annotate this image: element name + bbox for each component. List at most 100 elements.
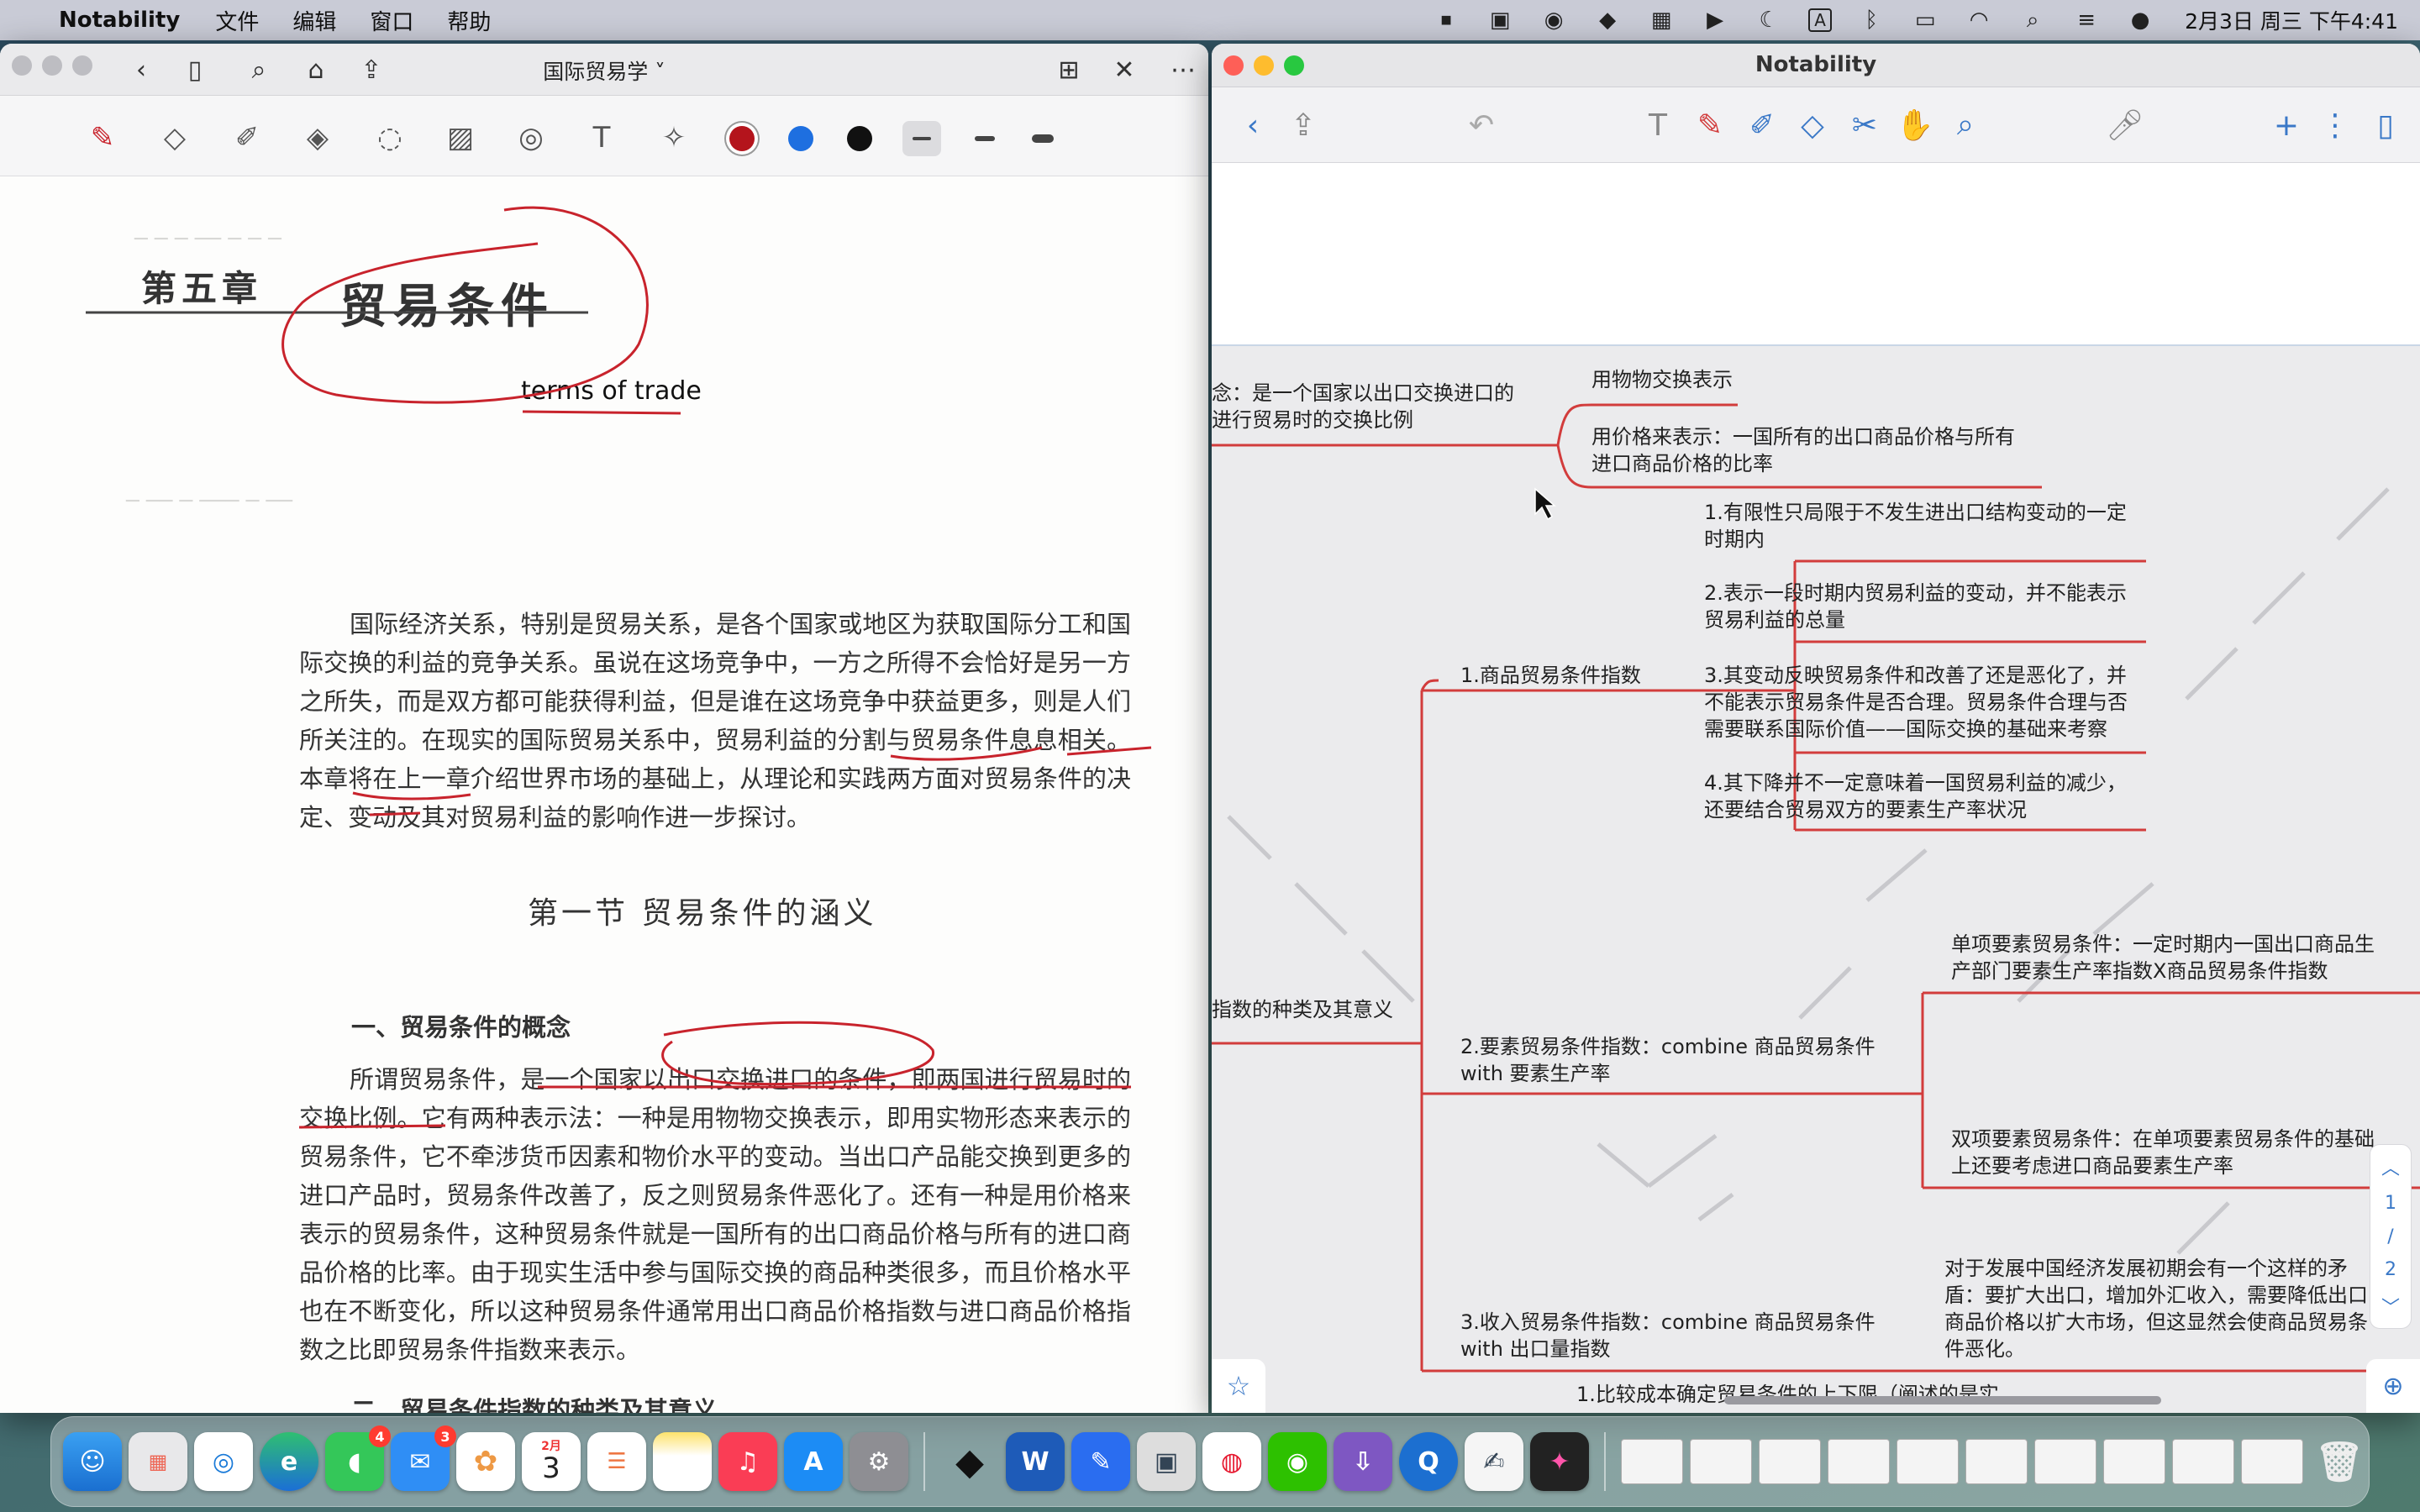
camera-icon[interactable]: ◎ bbox=[509, 116, 553, 160]
bluetooth-icon[interactable]: ᛒ bbox=[1857, 8, 1886, 33]
edge-icon[interactable]: e bbox=[260, 1432, 318, 1491]
undo-icon[interactable]: ↶ bbox=[1460, 104, 1502, 146]
scissors-icon[interactable]: ✂ bbox=[1844, 104, 1886, 146]
favorite-star-icon[interactable]: ☆ bbox=[1212, 1359, 1265, 1413]
mindmap-commodity-point-2[interactable]: 2.表示一段时期内贸易利益的变动，并不能表示 贸易利益的总量 bbox=[1704, 580, 2127, 633]
page-view-icon[interactable]: ▯ bbox=[2365, 104, 2407, 146]
final-cut-icon[interactable]: ✦ bbox=[1530, 1432, 1589, 1491]
downloads-icon[interactable]: ⇩ bbox=[1334, 1432, 1392, 1491]
lasso-icon[interactable]: ◌ bbox=[368, 116, 412, 160]
highlighter-icon[interactable]: ✐ bbox=[225, 116, 269, 160]
mail-icon[interactable]: ✉ 3 bbox=[391, 1425, 456, 1491]
mindmap-income-node[interactable]: 3.收入贸易条件指数：combine 商品贸易条件 with 出口量指数 bbox=[1460, 1309, 1876, 1362]
page-down-icon[interactable]: ﹀ bbox=[2381, 1293, 2400, 1320]
stroke-thick-option[interactable] bbox=[1023, 121, 1062, 156]
pen-tool-icon[interactable]: ✎ bbox=[1689, 104, 1731, 146]
microphone-icon[interactable]: 🎤︎ bbox=[2104, 104, 2146, 146]
safari-icon[interactable]: ◎ bbox=[194, 1432, 253, 1491]
mindmap-price-node[interactable]: 用价格来表示：一国所有的出口商品价格与所有 进口商品价格的比率 bbox=[1591, 423, 2015, 477]
messages-icon[interactable]: ◖ 4 bbox=[325, 1425, 391, 1491]
moon-icon[interactable]: ☾ bbox=[1754, 8, 1783, 33]
minimized-window-thumbnail[interactable] bbox=[2172, 1439, 2234, 1484]
quicktime-icon[interactable]: Q bbox=[1399, 1432, 1458, 1491]
word-icon[interactable]: W bbox=[1006, 1432, 1065, 1491]
add-page-icon[interactable]: ⊞ bbox=[1052, 54, 1086, 86]
wechat-icon[interactable]: ◉ bbox=[1539, 8, 1568, 33]
note-canvas-top[interactable] bbox=[1212, 163, 2420, 346]
weibo-icon[interactable]: ◍ bbox=[1202, 1432, 1261, 1491]
calendar-icon[interactable]: 2月 3 bbox=[522, 1432, 581, 1491]
mindmap-commodity-point-4[interactable]: 4.其下降并不一定意味着一国贸易利益的减少， 还要结合贸易双方的要素生产率状况 bbox=[1704, 769, 2127, 823]
menu-window[interactable]: 窗口 bbox=[370, 5, 413, 36]
minimized-window-thumbnail[interactable] bbox=[2034, 1439, 2096, 1484]
qq-icon[interactable]: ◆ bbox=[940, 1432, 999, 1491]
highlighter-tool-icon[interactable]: ✐ bbox=[1741, 104, 1783, 146]
wechat-icon[interactable]: ◉ bbox=[1268, 1432, 1327, 1491]
text-icon[interactable]: T bbox=[580, 116, 623, 160]
play-icon[interactable]: ▶ bbox=[1701, 8, 1729, 33]
eraser-icon[interactable]: ◇ bbox=[153, 116, 197, 160]
laser-pointer-icon[interactable]: ✧ bbox=[652, 116, 696, 160]
wifi-icon[interactable]: ◠ bbox=[1965, 8, 1993, 33]
minimized-window-thumbnail[interactable] bbox=[1828, 1439, 1890, 1484]
mindmap-commodity-node[interactable]: 1.商品贸易条件指数 bbox=[1460, 662, 1641, 689]
launchpad-icon[interactable]: ▦ bbox=[129, 1432, 187, 1491]
zoom-tool-icon[interactable]: ⌕ bbox=[1944, 104, 1986, 146]
app-store-icon[interactable]: A bbox=[784, 1432, 843, 1491]
more-icon[interactable]: ⋮ bbox=[2314, 104, 2356, 146]
eraser-tool-icon[interactable]: ◇ bbox=[1791, 104, 1833, 146]
app-menu-name[interactable]: Notability bbox=[59, 8, 180, 33]
system-preferences-icon[interactable]: ⚙ bbox=[850, 1432, 908, 1491]
menu-clock[interactable]: 2月3日 周三 下午4:41 bbox=[2185, 5, 2398, 35]
siri-icon[interactable]: ● bbox=[2126, 8, 2154, 33]
minimized-window-thumbnail[interactable] bbox=[1621, 1439, 1683, 1484]
mindmap-income-note[interactable]: 对于发展中国经济发展初期会有一个这样的矛 盾：要扩大出口，增加外汇收入，需要降低… bbox=[1944, 1255, 2368, 1362]
menu-edit[interactable]: 编辑 bbox=[292, 5, 336, 36]
stroke-thin-option[interactable] bbox=[902, 121, 941, 156]
image-icon[interactable]: ▨ bbox=[439, 116, 482, 160]
notability-icon[interactable]: ✎ bbox=[1071, 1432, 1130, 1491]
color-black-swatch[interactable] bbox=[847, 126, 872, 151]
control-center-icon[interactable]: ≡ bbox=[2072, 8, 2101, 33]
photos-icon[interactable]: ✿ bbox=[456, 1432, 515, 1491]
mindmap-concept-node[interactable]: 念：是一个国家以出口交换进口的 进行贸易时的交换比例 bbox=[1212, 380, 1514, 433]
pen-icon[interactable]: ✎ bbox=[81, 116, 124, 160]
mindmap-double-factor-node[interactable]: 双项要素贸易条件：在单项要素贸易条件的基础 上还要考虑进口商品要素生产率 bbox=[1951, 1126, 2375, 1179]
mindmap-factor-node[interactable]: 2.要素贸易条件指数：combine 商品贸易条件 with 要素生产率 bbox=[1460, 1033, 1876, 1087]
hand-icon[interactable]: ✋ bbox=[1894, 104, 1936, 146]
battery-icon[interactable]: ▭ bbox=[1911, 8, 1939, 33]
page-navigator[interactable]: ︿ 1 / 2 ﹀ bbox=[2370, 1144, 2412, 1329]
minimized-window-thumbnail[interactable] bbox=[1690, 1439, 1752, 1484]
text-tool-icon[interactable]: T bbox=[1637, 104, 1679, 146]
qq-icon[interactable]: ◆ bbox=[1593, 8, 1622, 33]
color-red-swatch[interactable] bbox=[729, 126, 755, 151]
reminders-icon[interactable]: ☰ bbox=[587, 1432, 646, 1491]
more-icon[interactable]: ⋯ bbox=[1166, 54, 1200, 86]
finder-icon[interactable]: ☺ bbox=[63, 1432, 122, 1491]
add-icon[interactable]: + bbox=[2265, 104, 2307, 146]
page-up-icon[interactable]: ︿ bbox=[2381, 1153, 2400, 1180]
input-method-icon[interactable]: A bbox=[1808, 8, 1833, 32]
mindmap-single-factor-node[interactable]: 单项要素贸易条件：一定时期内一国出口商品生 产部门要素生产率指数X商品贸易条件指… bbox=[1951, 931, 2375, 984]
color-blue-swatch[interactable] bbox=[788, 126, 813, 151]
minimized-window-thumbnail[interactable] bbox=[2241, 1439, 2303, 1484]
close-doc-icon[interactable]: ✕ bbox=[1107, 54, 1141, 86]
back-icon[interactable]: ‹ bbox=[1232, 104, 1274, 146]
mindmap-index-root-node[interactable]: 指数的种类及其意义 bbox=[1212, 996, 1393, 1023]
document-title[interactable]: 国际贸易学 ˅ bbox=[0, 55, 1208, 86]
stroke-medium-option[interactable] bbox=[965, 121, 1003, 156]
minimized-window-thumbnail[interactable] bbox=[1897, 1439, 1959, 1484]
mindmap-commodity-point-1[interactable]: 1.有限性只局限于不发生进出口结构变动的一定 时期内 bbox=[1704, 499, 2127, 553]
minimized-window-thumbnail[interactable] bbox=[1759, 1439, 1821, 1484]
menu-file[interactable]: 文件 bbox=[215, 5, 259, 36]
minimized-window-thumbnail[interactable] bbox=[1965, 1439, 2028, 1484]
textedit-icon[interactable]: ✍ bbox=[1465, 1432, 1523, 1491]
horizontal-scrollbar[interactable] bbox=[1724, 1396, 2161, 1404]
trash-icon[interactable]: 🗑︎ bbox=[2310, 1432, 2369, 1491]
screenshot-icon[interactable]: ▣ bbox=[1137, 1432, 1196, 1491]
menu-help[interactable]: 帮助 bbox=[447, 5, 491, 36]
pdf-page[interactable]: ─ ─ ─ ── ─ ─ ─ ─ ── ─ ─── ─ ── 第五章 贸易条件 … bbox=[0, 176, 1208, 1413]
music-icon[interactable]: ♫ bbox=[718, 1432, 777, 1491]
mindmap-commodity-point-3[interactable]: 3.其变动反映贸易条件和改善了还是恶化了，并 不能表示贸易条件是否合理。贸易条件… bbox=[1704, 662, 2128, 743]
layout-icon[interactable]: ▦ bbox=[1647, 8, 1676, 33]
